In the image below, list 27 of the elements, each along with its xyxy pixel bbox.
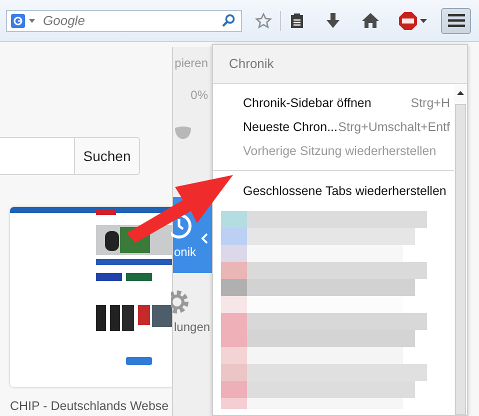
clipboard-icon[interactable]: [290, 12, 304, 28]
google-icon: [11, 14, 25, 28]
scrollbar[interactable]: [454, 84, 467, 415]
home-icon[interactable]: [362, 13, 379, 28]
search-field[interactable]: Google: [39, 13, 218, 28]
search-field[interactable]: [0, 137, 74, 175]
caret-icon: [420, 18, 427, 22]
star-icon[interactable]: [255, 12, 272, 28]
caret-icon[interactable]: [29, 18, 35, 22]
thumbnail-caption[interactable]: CHIP - Deutschlands Webse: [10, 399, 169, 413]
adblock-button[interactable]: [399, 12, 427, 30]
panel-title: Chronik: [213, 45, 467, 84]
gear-icon: [171, 288, 191, 316]
search-icon[interactable]: [222, 14, 235, 27]
menu-item: Vorherige Sitzung wiederherstellen: [243, 143, 438, 160]
menu-item[interactable]: lungen: [173, 273, 212, 349]
search-bar[interactable]: Google: [6, 10, 242, 32]
search-button[interactable]: Suchen: [74, 137, 140, 175]
stop-sign-icon: [399, 12, 417, 30]
scroll-up-icon[interactable]: [457, 91, 464, 95]
menu-item[interactable]: Geschlossene Tabs wiederherstellen: [243, 179, 454, 203]
menu-icon: [448, 14, 464, 27]
menu-button[interactable]: [441, 8, 471, 34]
menu-item[interactable]: Chronik-Sidebar öffnen Strg+H: [243, 91, 454, 115]
menu-item[interactable]: Neueste Chron...Strg+Umschalt+Entf: [243, 115, 454, 139]
download-icon[interactable]: [326, 12, 340, 28]
back-chevron-icon[interactable]: [201, 233, 208, 244]
